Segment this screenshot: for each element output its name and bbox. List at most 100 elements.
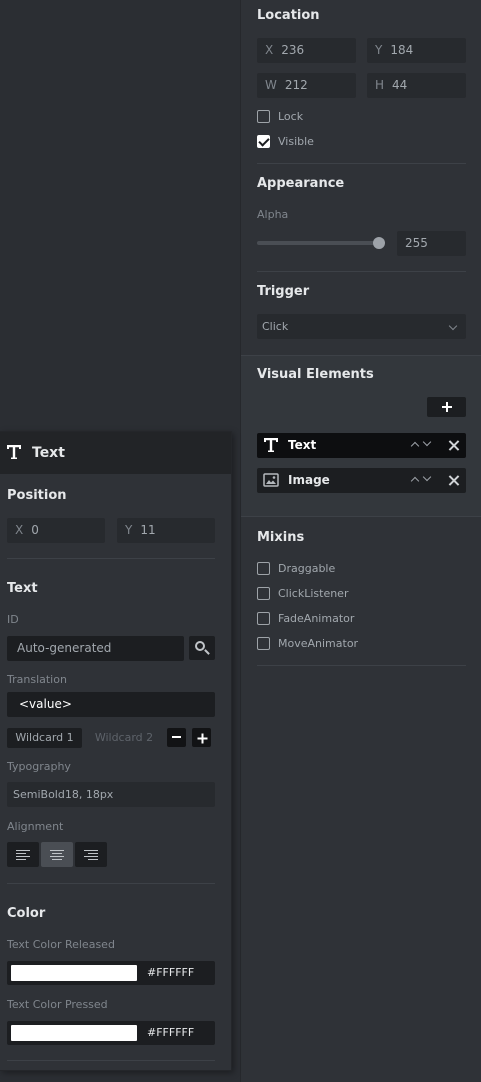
align-center-button[interactable]	[41, 842, 73, 867]
add-visual-element-button[interactable]	[427, 397, 466, 417]
mixin-label: FadeAnimator	[278, 611, 355, 625]
x-label: X	[15, 523, 24, 537]
mixin-moveanimator-row[interactable]: MoveAnimator	[257, 635, 358, 651]
trigger-title: Trigger	[257, 284, 310, 299]
visual-elements-section: Visual Elements Text Image	[241, 355, 481, 517]
text-icon	[6, 444, 22, 464]
position-y-field[interactable]: Y 11	[117, 518, 215, 543]
translation-label: Translation	[7, 673, 67, 686]
mixin-checkbox[interactable]	[257, 611, 270, 625]
divider	[7, 558, 215, 559]
trigger-selected-value: Click	[262, 320, 289, 333]
y-label: Y	[375, 43, 383, 57]
mixin-checkbox[interactable]	[257, 561, 270, 575]
lock-label: Lock	[278, 109, 304, 123]
alignment-label: Alignment	[7, 820, 64, 833]
visual-element-item-image[interactable]: Image	[257, 468, 466, 493]
lock-checkbox[interactable]	[257, 109, 270, 123]
alpha-slider[interactable]	[257, 241, 378, 245]
image-icon	[263, 472, 279, 497]
search-button[interactable]	[189, 636, 215, 660]
visual-element-label: Image	[288, 473, 330, 487]
visual-element-item-text[interactable]: Text	[257, 433, 466, 458]
plus-icon	[441, 402, 452, 412]
chevron-down-icon	[448, 321, 458, 331]
position-x-field[interactable]: X0	[7, 518, 105, 543]
divider	[7, 883, 215, 884]
mixin-label: ClickListener	[278, 586, 349, 600]
text-icon	[263, 437, 279, 462]
mixins-title: Mixins	[257, 530, 305, 545]
close-icon[interactable]	[448, 475, 459, 486]
plus-icon	[197, 733, 207, 743]
location-y-field[interactable]: Y 184	[367, 38, 466, 63]
typography-select[interactable]: SemiBold18, 18px	[7, 782, 215, 807]
mixin-draggable-row[interactable]: Draggable	[257, 560, 335, 576]
color-hex-value: #FFFFFF	[147, 1026, 195, 1039]
add-wildcard-button[interactable]	[192, 728, 211, 747]
location-title: Location	[257, 8, 320, 23]
alpha-label: Alpha	[257, 208, 289, 221]
visible-checkbox[interactable]	[257, 134, 270, 148]
divider	[257, 665, 466, 666]
color-hex-value: #FFFFFF	[147, 966, 195, 979]
id-input[interactable]: Auto-generated	[7, 636, 184, 661]
text-properties-panel: Text Position X0 Y 11 Text ID Auto-genera…	[0, 431, 232, 1071]
tab-wildcard-2[interactable]: Wildcard 2	[86, 728, 162, 748]
w-value: 212	[284, 78, 308, 92]
properties-panel: Location X 236 Y 184 W 212 H 44 Lock Visible…	[240, 0, 481, 1082]
mixin-label: MoveAnimator	[278, 636, 359, 650]
mixin-checkbox[interactable]	[257, 586, 270, 600]
w-label: W	[265, 78, 277, 92]
released-color-label: Text Color Released	[7, 938, 115, 951]
divider	[257, 271, 466, 272]
h-value: 44	[392, 78, 408, 92]
color-swatch[interactable]	[11, 1025, 137, 1041]
remove-wildcard-button[interactable]	[167, 728, 186, 747]
pressed-color-label: Text Color Pressed	[7, 998, 108, 1011]
visual-element-label: Text	[288, 438, 317, 452]
tab-wildcard-1[interactable]: Wildcard 1	[7, 728, 82, 748]
y-value: 184	[390, 43, 414, 57]
x-label: X	[265, 43, 274, 57]
x-value: 236	[281, 43, 305, 57]
trigger-select[interactable]: Click	[257, 314, 466, 339]
location-w-field[interactable]: W 212	[257, 73, 356, 98]
translation-input[interactable]: <value>	[7, 692, 215, 717]
pressed-color-picker[interactable]: #FFFFFF	[7, 1021, 215, 1045]
reorder-arrows-icon[interactable]	[410, 472, 433, 486]
align-left-button[interactable]	[7, 842, 39, 867]
location-x-field[interactable]: X 236	[257, 38, 356, 63]
released-color-picker[interactable]: #FFFFFF	[7, 961, 215, 985]
panel-title: Text	[32, 445, 65, 461]
align-right-button[interactable]	[75, 842, 107, 867]
mixin-fadeanimator-row[interactable]: FadeAnimator	[257, 610, 354, 626]
mixin-checkbox[interactable]	[257, 636, 270, 650]
divider	[257, 163, 466, 164]
position-title: Position	[7, 488, 67, 503]
minus-icon	[172, 736, 181, 738]
h-label: H	[375, 78, 385, 92]
mixin-label: Draggable	[278, 561, 336, 575]
alpha-slider-handle[interactable]	[373, 237, 385, 249]
id-label: ID	[7, 613, 19, 626]
visible-checkbox-row[interactable]: Visible	[257, 133, 314, 149]
panel-header: Text	[0, 432, 231, 474]
typography-label: Typography	[7, 760, 71, 773]
color-swatch[interactable]	[11, 965, 137, 981]
reorder-arrows-icon[interactable]	[410, 437, 433, 451]
mixin-clicklistener-row[interactable]: ClickListener	[257, 585, 348, 601]
alpha-value-field[interactable]: 255	[397, 231, 466, 256]
y-value: 11	[140, 523, 156, 537]
text-section-title: Text	[7, 581, 38, 596]
visible-label: Visible	[278, 134, 314, 148]
location-h-field[interactable]: H 44	[367, 73, 466, 98]
appearance-title: Appearance	[257, 176, 345, 191]
visual-elements-title: Visual Elements	[257, 367, 374, 382]
close-icon[interactable]	[448, 440, 459, 451]
color-section-title: Color	[7, 906, 46, 921]
divider	[7, 1060, 215, 1061]
lock-checkbox-row[interactable]: Lock	[257, 108, 303, 124]
x-value: 0	[31, 523, 39, 537]
y-label: Y	[125, 523, 133, 537]
